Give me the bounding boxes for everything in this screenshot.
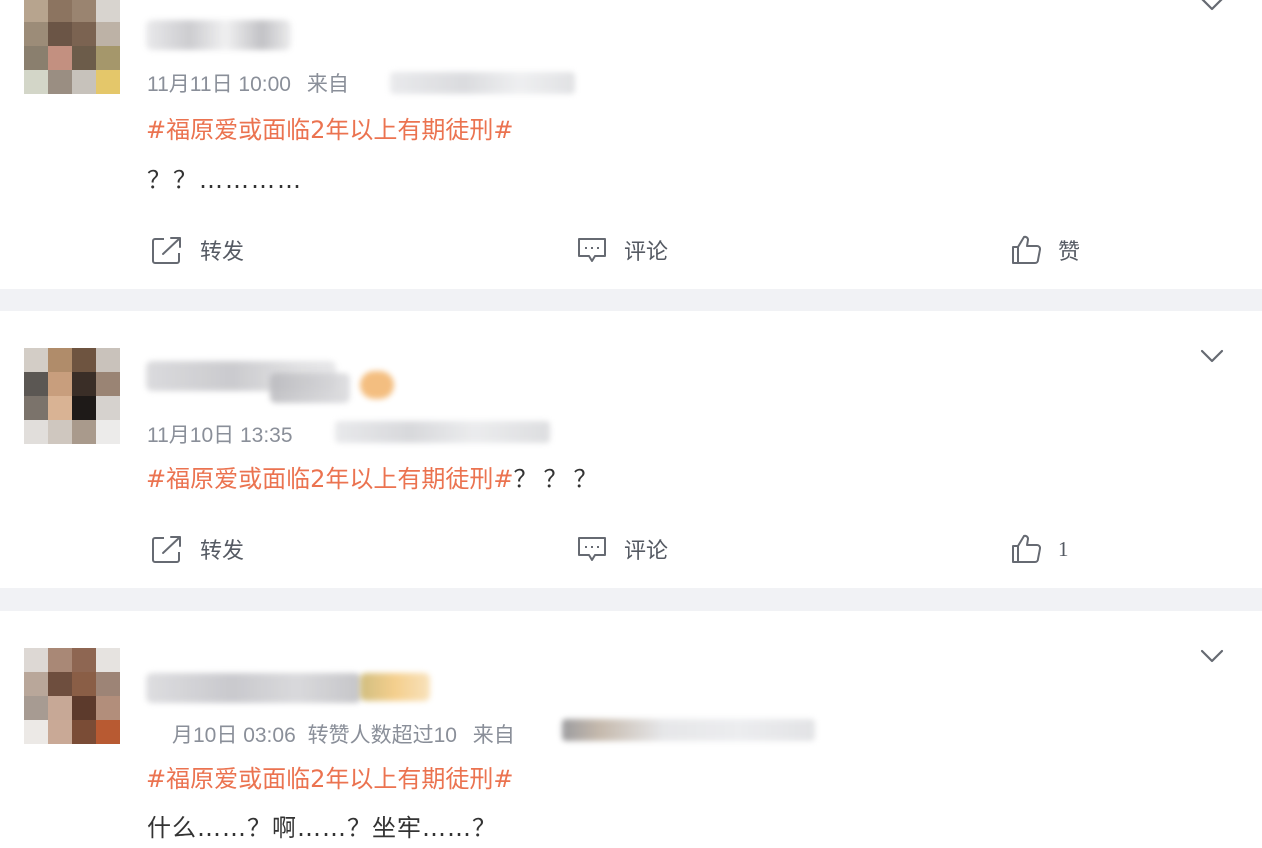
post-time: 11月11日 10:00: [147, 73, 291, 96]
avatar[interactable]: [24, 648, 120, 744]
like-label: 赞: [1058, 240, 1081, 265]
post-meta: 11月10日 13:35: [147, 419, 293, 449]
source-redacted[interactable]: [335, 421, 550, 443]
source-redacted[interactable]: [390, 72, 575, 94]
like-button[interactable]: 赞: [1010, 234, 1080, 266]
avatar[interactable]: [24, 0, 120, 94]
repost-label: 转发: [200, 240, 245, 265]
comment-icon: [576, 534, 608, 564]
repost-label: 转发: [200, 539, 245, 564]
topic-hashtag[interactable]: #福原爱或面临2年以上有期徒刑#？？？: [146, 459, 604, 494]
username-redacted[interactable]: [146, 673, 361, 703]
like-count: 1: [1058, 536, 1069, 561]
repost-icon: [150, 534, 184, 564]
topic-hashtag[interactable]: #福原爱或面临2年以上有期徒刑#: [146, 110, 514, 145]
comment-button[interactable]: 评论: [576, 533, 668, 565]
chevron-down-icon[interactable]: [1198, 642, 1226, 670]
topic-hashtag[interactable]: #福原爱或面临2年以上有期徒刑#: [146, 759, 514, 794]
like-button[interactable]: 1: [1010, 533, 1069, 565]
comment-label: 评论: [624, 539, 669, 564]
post-meta: 月10日 03:06 转赞人数超过10 来自: [172, 719, 515, 749]
post-time: 11月10日 13:35: [147, 424, 293, 447]
avatar[interactable]: [24, 348, 120, 444]
repost-button[interactable]: 转发: [150, 533, 244, 565]
post-card: 11月10日 13:35 #福原爱或面临2年以上有期徒刑#？？？ 转发 评论 1: [0, 311, 1262, 588]
source-prefix: 来自: [306, 73, 349, 96]
thumbs-up-icon: [1010, 234, 1042, 266]
comment-button[interactable]: 评论: [576, 234, 668, 266]
username-redacted[interactable]: [146, 20, 291, 50]
repost-icon: [150, 235, 184, 265]
popular-flag: 转赞人数超过10: [307, 724, 457, 747]
comment-icon: [576, 235, 608, 265]
post-card: 月10日 03:06 转赞人数超过10 来自 #福原爱或面临2年以上有期徒刑# …: [0, 611, 1262, 848]
source-redacted[interactable]: [562, 719, 815, 741]
repost-button[interactable]: 转发: [150, 234, 244, 266]
username-redacted[interactable]: [270, 373, 350, 403]
member-badge: [360, 371, 394, 399]
chevron-down-icon[interactable]: [1198, 342, 1226, 370]
chevron-down-icon[interactable]: [1198, 0, 1226, 18]
post-card: 11月11日 10:00 来自 #福原爱或面临2年以上有期徒刑# ？？………… …: [0, 0, 1262, 289]
comment-label: 评论: [624, 240, 669, 265]
source-prefix: 来自: [472, 724, 515, 747]
comment-text: ？？？: [513, 465, 604, 493]
comment-text: 什么……？啊……？坐牢……？: [147, 814, 497, 842]
weibo-comment-feed: 11月11日 10:00 来自 #福原爱或面临2年以上有期徒刑# ？？………… …: [0, 0, 1262, 848]
member-badge: [360, 673, 430, 701]
post-time: 月10日 03:06: [172, 724, 296, 747]
comment-text: ？？…………: [147, 166, 303, 194]
thumbs-up-icon: [1010, 533, 1042, 565]
post-meta: 11月11日 10:00 来自: [147, 68, 349, 98]
